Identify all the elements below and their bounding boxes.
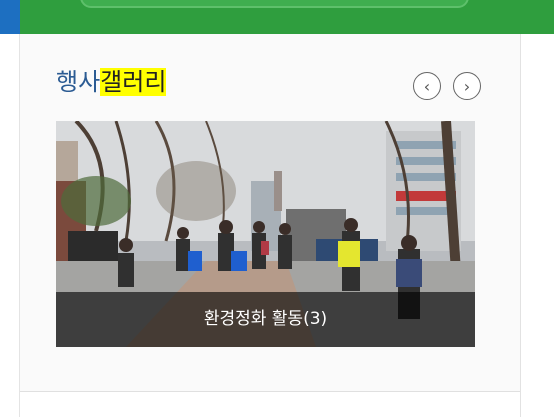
panel-bottom-divider bbox=[20, 391, 520, 392]
chevron-left-icon: ‹ bbox=[423, 76, 431, 96]
gallery-next-button[interactable]: › bbox=[453, 72, 481, 100]
gallery-prev-button[interactable]: ‹ bbox=[413, 72, 441, 100]
header-search-pill bbox=[80, 0, 469, 8]
chevron-right-icon: › bbox=[463, 76, 471, 96]
slide-caption: 환경정화 활동(3) bbox=[56, 292, 475, 347]
gallery-title-prefix: 행사 bbox=[56, 68, 101, 96]
gallery-title-highlight: 갤러리 bbox=[100, 68, 167, 96]
header-blue-edge bbox=[0, 0, 20, 34]
header-bar bbox=[0, 0, 554, 34]
gallery-slide-image[interactable]: 환경정화 활동(3) bbox=[56, 121, 475, 347]
right-rail bbox=[520, 34, 554, 417]
gallery-title: 행사갤러리 bbox=[56, 64, 167, 100]
